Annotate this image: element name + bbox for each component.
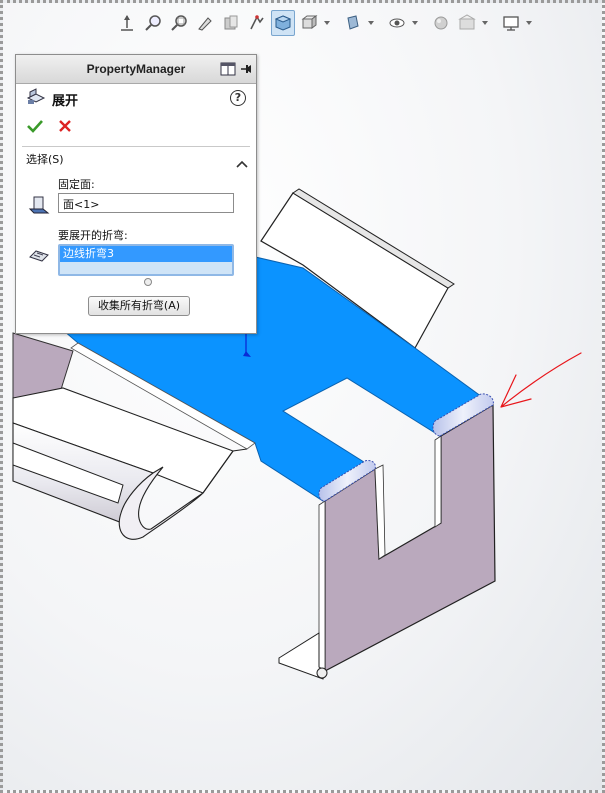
zoom-to-fit-icon[interactable] [141, 10, 165, 36]
cancel-x-icon[interactable] [56, 117, 74, 135]
graphics-area[interactable]: PropertyManager 展开 ? 选择(S) 固定面: 面<1> 要展开… [0, 0, 605, 793]
edit-appearance-icon[interactable] [429, 10, 453, 36]
view-3d-icon[interactable] [271, 10, 295, 36]
zoom-to-area-icon[interactable] [167, 10, 191, 36]
right-side-wall [324, 403, 496, 672]
view-orientation-dropdown-icon[interactable] [297, 10, 321, 36]
ok-check-icon[interactable] [26, 117, 44, 135]
panel-layout-icon[interactable] [220, 61, 236, 80]
unfold-feature-icon [26, 88, 46, 110]
bottom-bend [316, 667, 328, 679]
wall-left-edge [318, 500, 326, 672]
collapse-chevron-icon[interactable] [236, 153, 248, 172]
fixed-face-field[interactable]: 面<1> [58, 193, 234, 213]
view-orientation-icon[interactable] [115, 10, 139, 36]
fixed-face-icon [28, 195, 50, 219]
dropdown-arrow-icon[interactable] [323, 11, 331, 35]
property-manager-header: PropertyManager [16, 55, 256, 84]
property-manager-title: PropertyManager [86, 62, 186, 76]
dropdown-arrow-icon[interactable] [367, 11, 375, 35]
collect-all-bends-button[interactable]: 收集所有折弯(A) [88, 296, 190, 316]
selections-group-header[interactable]: 选择(S) [16, 147, 256, 171]
help-icon[interactable]: ? [230, 90, 246, 106]
feature-title: 展开 [52, 93, 79, 109]
bends-label: 要展开的折弯: [58, 229, 128, 242]
previous-view-icon[interactable] [193, 10, 217, 36]
heads-up-view-toolbar [115, 9, 533, 37]
section-view-icon[interactable] [219, 10, 243, 36]
dropdown-arrow-icon[interactable] [481, 11, 489, 35]
dynamic-annotation-icon[interactable] [245, 10, 269, 36]
pin-icon[interactable] [240, 61, 252, 80]
hide-show-items-icon[interactable] [385, 10, 409, 36]
view-settings-icon[interactable] [499, 10, 523, 36]
selections-group-title: 选择(S) [26, 153, 64, 166]
bends-icon [28, 247, 50, 267]
wall-notch-edge-right [434, 435, 442, 528]
property-manager-panel: PropertyManager 展开 ? 选择(S) 固定面: 面<1> 要展开… [15, 54, 257, 334]
fixed-face-label: 固定面: [58, 178, 95, 191]
list-item[interactable]: 边线折弯3 [60, 246, 232, 262]
confirm-actions [16, 114, 256, 138]
resize-grip-icon[interactable] [144, 278, 152, 286]
dropdown-arrow-icon[interactable] [411, 11, 419, 35]
feature-title-row: 展开 ? [16, 84, 256, 114]
annotation-arrow [500, 352, 582, 408]
dropdown-arrow-icon[interactable] [525, 11, 533, 35]
display-style-icon[interactable] [341, 10, 365, 36]
bends-list[interactable]: 边线折弯3 [58, 244, 234, 276]
apply-scene-icon[interactable] [455, 10, 479, 36]
list-empty-area[interactable] [60, 262, 232, 274]
